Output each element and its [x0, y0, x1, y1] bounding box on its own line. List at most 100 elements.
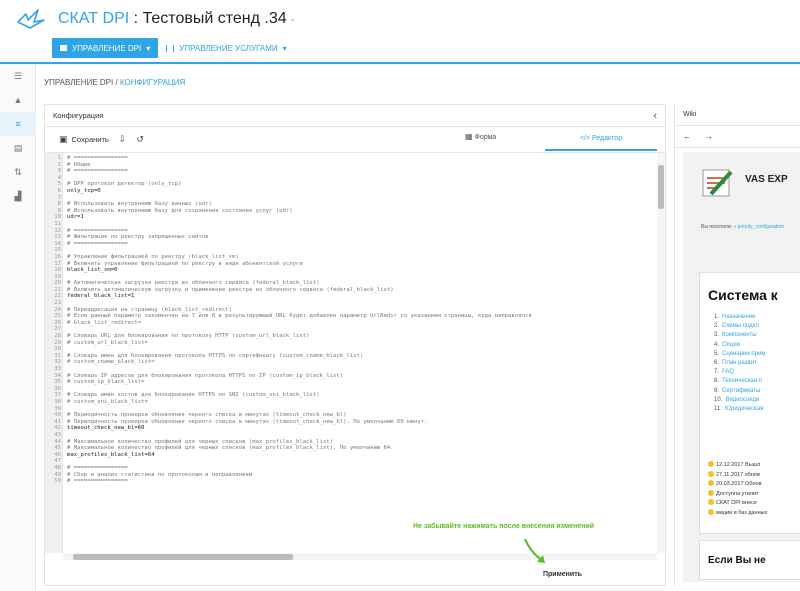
vertical-scrollbar[interactable] — [657, 153, 665, 553]
code-line[interactable]: 29 # custom_url_black_list= — [54, 340, 655, 347]
news-item[interactable]: Доступна утилит — [708, 489, 767, 500]
undo-icon[interactable]: ↺ — [136, 134, 144, 145]
toc-link[interactable]: Опции — [722, 342, 740, 348]
code-line[interactable]: 41 # Периодичность проверки обновления че… — [54, 419, 655, 426]
code-line[interactable]: 9 # Использовать внутреннюю базу для сохр… — [58, 208, 655, 215]
code-line[interactable]: 2 # Общие — [58, 162, 655, 169]
horizontal-scroll-thumb[interactable] — [73, 554, 293, 560]
breadcrumb-current[interactable]: КОНФИГУРАЦИЯ — [120, 78, 185, 87]
toc-link[interactable]: FAQ — [722, 369, 734, 375]
code-line[interactable]: 47 — [54, 458, 655, 465]
code-line[interactable]: 49 # Сбор и анализ статистики по протокол… — [54, 472, 655, 479]
code-line[interactable]: 44 # Максимальное количество профилей для… — [54, 439, 655, 446]
sidebar-item-profiles[interactable]: ▤ — [0, 136, 36, 160]
toc-link[interactable]: Техническая п — [722, 378, 762, 384]
code-line[interactable]: 40 # Периодичность проверки обновления че… — [54, 412, 655, 419]
toc-link[interactable]: Сценарии прим — [722, 351, 765, 357]
toc-link[interactable]: Назначение — [722, 314, 755, 320]
forward-icon[interactable]: → — [705, 132, 713, 141]
toc-item[interactable]: 2. Схемы подкл — [714, 322, 765, 331]
news-item[interactable]: СКАТ DPI внесе — [708, 499, 767, 509]
download-icon[interactable]: ⇩ — [119, 134, 127, 145]
news-item[interactable]: 27.11.2017 обнов — [708, 470, 767, 481]
toc-item[interactable]: 9. Сертификаты — [714, 387, 765, 396]
toc-item[interactable]: 3. Компоненты — [714, 331, 765, 340]
code-line[interactable]: 11 — [54, 221, 655, 228]
apply-button[interactable]: Применить — [543, 571, 582, 578]
toc-link[interactable]: План развит — [722, 360, 757, 366]
toc-item[interactable]: 11. Юридическая — [714, 405, 765, 414]
toc-item[interactable]: 5. Сценарии прим — [714, 350, 765, 359]
code-line[interactable]: 35 # custom_ip_black_list= — [54, 379, 655, 386]
toc-item[interactable]: 1. Назначение — [714, 313, 765, 322]
code-line[interactable]: 5 # DPP протокол детектор (only_tcp) — [58, 181, 655, 188]
nav-services-button[interactable]: УПРАВЛЕНИЕ УСЛУГАМИ ▾ — [158, 38, 294, 58]
news-item[interactable]: мации и баз данных — [708, 508, 767, 519]
code-editor[interactable]: 1 # ================ 2 # Общие 3 # ==========… — [45, 152, 665, 560]
sidebar-item-stats[interactable]: ▟ — [0, 184, 36, 208]
sidebar-item-dashboard[interactable]: ▲ — [0, 88, 36, 112]
code-line[interactable]: 50 # ================ — [54, 478, 655, 485]
code-line[interactable]: 3 # ================ — [58, 168, 655, 175]
nav-dpi-button[interactable]: УПРАВЛЕНИЕ DPI ▾ — [52, 38, 159, 58]
code-line[interactable]: 30 — [54, 346, 655, 353]
code-line[interactable]: 18 black_list_sm=0 — [54, 267, 655, 274]
toc-item[interactable]: 8. Техническая п — [714, 377, 765, 386]
code-line[interactable]: 34 # Словарь IP адресов для блокирования … — [54, 373, 655, 380]
code-line[interactable]: 22 federal_black_list=1 — [54, 293, 655, 300]
code-line[interactable]: 13 # Фильтрация по реестру запрещенных са… — [54, 234, 655, 241]
code-line[interactable]: 17 # Включить управление фильтрацией по р… — [54, 261, 655, 268]
news-item[interactable]: 20.03.2017 Обнов — [708, 480, 767, 490]
vertical-scroll-thumb[interactable] — [658, 165, 664, 209]
code-line[interactable]: 33 — [54, 366, 655, 373]
sidebar-item-configuration[interactable]: ≡ — [0, 112, 36, 136]
sidebar-item-filters[interactable]: ⇅ — [0, 160, 36, 184]
code-line[interactable]: 28 # Словарь URL для блокирования по прот… — [54, 333, 655, 340]
toc-link[interactable]: Видеосоеди — [725, 397, 759, 403]
code-line[interactable]: 21 # Включить автоматическую загрузку и п… — [54, 287, 655, 294]
news-item[interactable]: 12.12.2017 Вышл — [708, 461, 767, 471]
code-line[interactable]: 14 # ================ — [54, 241, 655, 248]
toc-item[interactable]: 7. FAQ — [714, 368, 765, 377]
code-line[interactable]: 26 # black_list_redirect= — [54, 320, 655, 327]
save-button[interactable]: ▣ Сохранить — [59, 134, 109, 145]
stand-caret[interactable]: - — [291, 15, 294, 26]
code-line[interactable]: 4 — [58, 175, 655, 182]
collapse-icon[interactable]: ‹ — [653, 110, 657, 122]
toc-item[interactable]: 6. План развит — [714, 359, 765, 368]
toc-item[interactable]: 4. Опции — [714, 341, 765, 350]
code-line[interactable]: 43 — [54, 432, 655, 439]
code-line[interactable]: 38 # custom_sni_black_list= — [54, 399, 655, 406]
code-line[interactable]: 23 — [54, 300, 655, 307]
code-line[interactable]: 20 # Автоматическая загрузка реестра из о… — [54, 280, 655, 287]
wiki-crumb-link[interactable]: » priority_configuration — [734, 224, 785, 230]
code-line[interactable]: 48 # ================ — [54, 465, 655, 472]
code-line[interactable]: 6 only_tcp=0 — [58, 188, 655, 195]
tab-form[interactable]: ▦ Форма — [465, 132, 496, 141]
horizontal-scrollbar[interactable] — [63, 553, 657, 560]
code-line[interactable]: 31 # Словарь имен для блокирования проток… — [54, 353, 655, 360]
toc-link[interactable]: Компоненты — [722, 332, 757, 338]
code-line[interactable]: 1 # ================ — [58, 155, 655, 162]
code-line[interactable]: 25 # Если данный параметр закоменчен на 7… — [54, 313, 655, 320]
code-line[interactable]: 46 max_profiles_black_list=64 — [54, 452, 655, 459]
code-line[interactable]: 8 # Использовать внутреннюю базу данных (… — [58, 201, 655, 208]
back-icon[interactable]: ← — [683, 132, 691, 141]
code-line[interactable]: 16 # Управление фильтрацией по реестру (b… — [54, 254, 655, 261]
breadcrumb-root[interactable]: УПРАВЛЕНИЕ DPI — [44, 78, 113, 87]
toc-item[interactable]: 10. Видеосоеди — [714, 396, 765, 405]
code-line[interactable]: 15 — [54, 247, 655, 254]
code-line[interactable]: 37 # Словарь имен хостов для блокирования… — [54, 392, 655, 399]
sidebar-item-menu[interactable]: ☰ — [0, 64, 36, 88]
code-line[interactable]: 42 timeout_check_new_bl=60 — [54, 425, 655, 432]
code-line[interactable]: 32 # custom_cname_black_list= — [54, 359, 655, 366]
toc-link[interactable]: Юридическая — [725, 406, 763, 412]
toc-link[interactable]: Сертификаты — [722, 388, 760, 394]
code-line[interactable]: 12 # ================ — [54, 228, 655, 235]
toc-link[interactable]: Схемы подкл — [722, 323, 759, 329]
logo-icon[interactable] — [16, 8, 46, 30]
code-line[interactable]: 10 udr=1 — [54, 214, 655, 221]
tab-editor[interactable]: </> Редактор — [545, 127, 657, 151]
code-line[interactable]: 45 # Максимальное количество профилей для… — [54, 445, 655, 452]
code-content[interactable]: 1 # ================ 2 # Общие 3 # ==========… — [54, 155, 655, 485]
